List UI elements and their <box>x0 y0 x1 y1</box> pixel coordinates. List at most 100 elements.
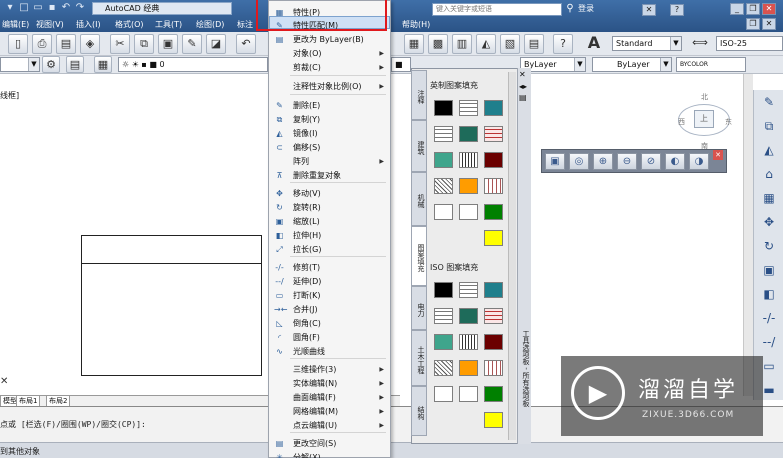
sheet-set-icon[interactable]: ◭ <box>476 34 496 54</box>
iso-sand[interactable] <box>459 386 478 402</box>
restore-button[interactable]: ❐ <box>746 3 760 15</box>
menu-item[interactable]: ✳ 分解(X) <box>269 451 390 458</box>
search-input[interactable]: 键入关键字或短语 <box>432 3 562 16</box>
menu-item[interactable]: ⧉ 复制(Y) <box>269 113 390 126</box>
undo-icon[interactable]: ↶ <box>60 2 72 14</box>
close-button[interactable]: ✕ <box>762 3 776 15</box>
redo-icon[interactable]: ↷ <box>74 2 86 14</box>
quickcalc-icon[interactable]: ▤ <box>524 34 544 54</box>
menu-item[interactable]: ⤢ 拉长(G) <box>269 243 390 256</box>
menu-item[interactable]: ⊂ 偏移(S) <box>269 141 390 154</box>
iso-grid[interactable] <box>459 334 478 350</box>
text-style-select[interactable]: Standard ▼ <box>612 36 682 51</box>
color-swatch[interactable]: ■ <box>391 57 411 72</box>
save-icon[interactable]: ▪ <box>46 2 58 14</box>
solid-icon[interactable]: ◐ <box>665 153 685 170</box>
menu-item[interactable]: 剪裁(C) ▶ <box>269 61 390 74</box>
iso-dark-green[interactable] <box>459 308 478 324</box>
tab-annotation[interactable]: 注释 <box>411 70 427 120</box>
hatch-earth[interactable] <box>434 204 453 220</box>
array-icon[interactable]: ▦ <box>759 188 779 208</box>
layer-select[interactable]: ☼ ☀ ▪ ■ 0 <box>118 57 268 72</box>
menu-item[interactable]: ↻ 旋转(R) <box>269 201 390 214</box>
move-tool-icon[interactable]: ✥ <box>759 212 779 232</box>
tab-hatch[interactable]: 图案填充 <box>411 226 427 286</box>
menu-item[interactable]: ◧ 拉伸(H) <box>269 229 390 242</box>
sign-in-link[interactable]: 登录 <box>578 3 594 14</box>
menu-tools[interactable]: 工具(T) <box>155 19 182 30</box>
menu-item[interactable]: 曲面编辑(F) ▶ <box>269 391 390 404</box>
menu-format[interactable]: 格式(O) <box>115 19 144 30</box>
iso-green[interactable] <box>484 386 503 402</box>
iso-teal[interactable] <box>484 282 503 298</box>
workspace-selector[interactable]: AutoCAD 经典 <box>92 2 232 15</box>
iso-ansi31[interactable] <box>434 360 453 376</box>
close-icon[interactable]: ✕ <box>519 70 526 79</box>
tab-electrical[interactable]: 电力 <box>411 286 427 330</box>
plot-icon[interactable]: ▤ <box>56 34 76 54</box>
menu-item[interactable]: 网格编辑(M) ▶ <box>269 405 390 418</box>
menu-item[interactable]: 三维操作(3) ▶ <box>269 363 390 376</box>
layer-states-icon[interactable]: ▦ <box>94 56 112 73</box>
close-toolbar-icon[interactable]: ✕ <box>713 150 723 160</box>
menu-item[interactable]: ✎ 删除(E) <box>269 99 390 112</box>
help-icon[interactable]: ? <box>670 4 684 16</box>
menu-item[interactable]: -/- 修剪(T) <box>269 261 390 274</box>
tab-mechanical[interactable]: 机械 <box>411 172 427 226</box>
menu-item[interactable]: 对象(O) ▶ <box>269 47 390 60</box>
copy-clip-icon[interactable]: ⧉ <box>134 34 154 54</box>
viewcube-east[interactable]: 东 <box>725 117 732 127</box>
autohide-icon[interactable]: ◂▸ <box>519 82 527 91</box>
trim-tool-icon[interactable]: -/- <box>759 308 779 328</box>
copy-object-icon[interactable]: ⧉ <box>759 116 779 136</box>
iso-brick[interactable] <box>459 282 478 298</box>
viewcube-west[interactable]: 西 <box>678 117 685 127</box>
doc-close-button[interactable]: ✕ <box>762 18 776 30</box>
tab-structural[interactable]: 结构 <box>411 386 427 436</box>
hatch-green-gray[interactable] <box>434 152 453 168</box>
lineweight-select[interactable]: ByLayer ▼ <box>592 57 672 72</box>
help-tool-icon[interactable]: ? <box>553 34 573 54</box>
hatch-grid[interactable] <box>459 152 478 168</box>
search-icon[interactable]: ⚲ <box>563 3 577 15</box>
viewcube-north[interactable]: 北 <box>701 92 708 102</box>
menu-item[interactable]: ▣ 缩放(L) <box>269 215 390 228</box>
stretch-tool-icon[interactable]: ◧ <box>759 284 779 304</box>
block-editor-icon[interactable]: ◪ <box>206 34 226 54</box>
menu-item[interactable]: ✥ 移动(V) <box>269 187 390 200</box>
iso-green-gray[interactable] <box>434 334 453 350</box>
menu-item[interactable]: 阵列 ▶ <box>269 155 390 168</box>
plotstyle-select[interactable]: BYCOLOR <box>676 57 746 72</box>
menu-item[interactable]: 点云编辑(U) ▶ <box>269 419 390 432</box>
brush-icon[interactable]: ✎ <box>759 92 779 112</box>
box-icon[interactable]: ▣ <box>545 153 565 170</box>
menu-insert[interactable]: 插入(I) <box>76 19 101 30</box>
menu-item[interactable]: ◺ 倒角(C) <box>269 317 390 330</box>
markup-icon[interactable]: ▧ <box>500 34 520 54</box>
app-menu-icon[interactable]: ▾ <box>4 2 16 14</box>
menu-item[interactable]: ▭ 打断(K) <box>269 289 390 302</box>
palette-scrollbar[interactable] <box>508 72 516 440</box>
menu-draw[interactable]: 绘图(D) <box>196 19 224 30</box>
iso-solid-black[interactable] <box>434 282 453 298</box>
menu-help[interactable]: 帮助(H) <box>402 19 430 30</box>
exchange-icon[interactable]: ✕ <box>642 4 656 16</box>
undo-tool-icon[interactable]: ↶ <box>236 34 256 54</box>
hatch-ansi31[interactable] <box>434 178 453 194</box>
paste-icon[interactable]: ▣ <box>158 34 178 54</box>
minimize-button[interactable]: _ <box>730 3 744 15</box>
drawn-rectangle[interactable] <box>81 235 262 376</box>
open-file-icon[interactable]: ▭ <box>32 2 44 14</box>
vertical-scrollbar[interactable] <box>743 74 753 396</box>
tool-palette-icon[interactable]: ▥ <box>452 34 472 54</box>
iso-dark-red[interactable] <box>484 334 503 350</box>
cut-icon[interactable]: ✂ <box>110 34 130 54</box>
hatch-orange[interactable] <box>459 178 478 194</box>
menu-dimension[interactable]: 标注 <box>237 19 253 30</box>
offset-tool-icon[interactable]: ⌂ <box>759 164 779 184</box>
tab-civil[interactable]: 土木工程 <box>411 330 427 386</box>
iso-red-brick[interactable] <box>484 308 503 324</box>
menu-item[interactable]: --/ 延伸(D) <box>269 275 390 288</box>
publish-icon[interactable]: ◈ <box>80 34 100 54</box>
dim-style-select[interactable]: ISO-25 <box>716 36 783 51</box>
